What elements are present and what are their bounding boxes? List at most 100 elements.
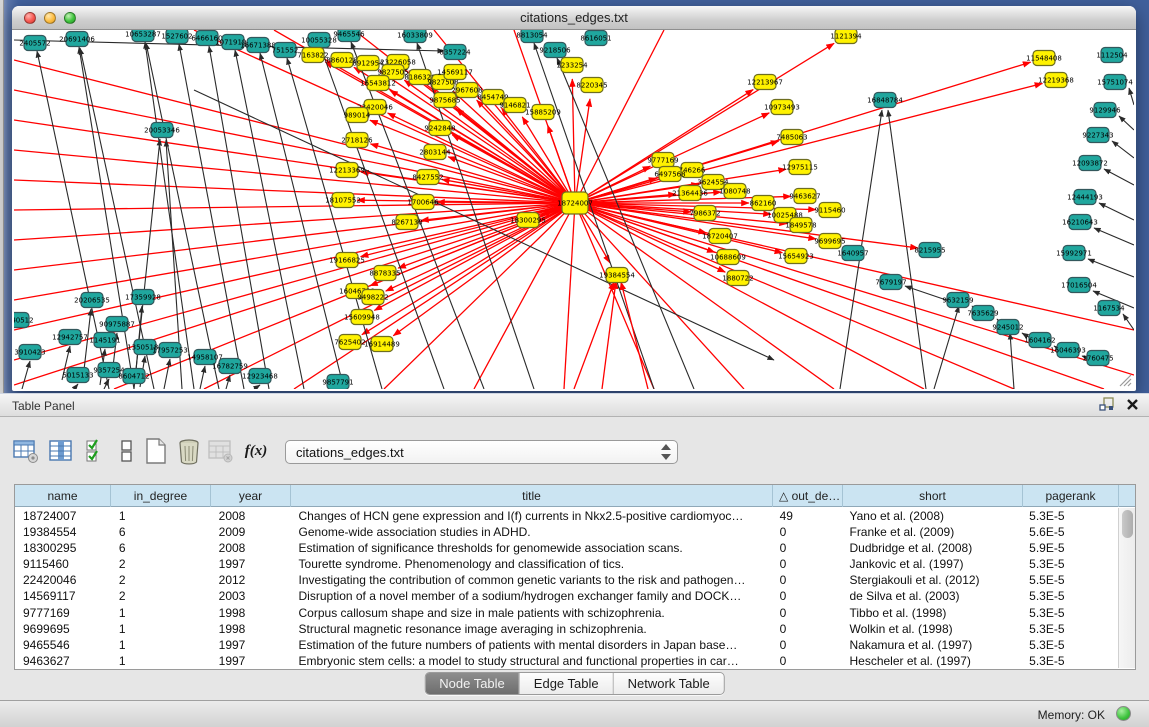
graph-node[interactable]: 16848784 [867, 93, 903, 108]
graph-node[interactable]: 12942757 [52, 330, 88, 345]
graph-node[interactable]: 3910423 [14, 345, 45, 360]
column-header-out_de[interactable]: △ out_de… [773, 485, 843, 507]
graph-node[interactable]: 15751074 [1097, 75, 1133, 90]
graph-node[interactable]: 2340512 [14, 313, 34, 328]
graph-node[interactable]: 7986372 [689, 206, 720, 221]
delete-column-button[interactable] [175, 436, 203, 466]
network-window-titlebar[interactable]: citations_edges.txt [12, 6, 1136, 30]
graph-node[interactable]: 15609948 [344, 310, 380, 325]
graph-edge-red[interactable] [574, 282, 614, 389]
graph-node[interactable]: 8357224 [439, 45, 471, 60]
graph-node[interactable]: 9242848 [424, 121, 455, 136]
graph-node[interactable]: 12093872 [1072, 156, 1108, 171]
graph-node[interactable]: 1527602 [161, 30, 192, 44]
table-row[interactable]: 1830029562008Estimation of significance … [15, 540, 1117, 556]
graph-node[interactable]: 16210643 [1062, 215, 1098, 230]
graph-node[interactable]: 8616051 [580, 31, 611, 46]
float-panel-icon[interactable] [1099, 397, 1114, 412]
column-header-pagerank[interactable]: pagerank [1023, 485, 1119, 507]
graph-node[interactable]: 1112504 [1096, 48, 1128, 63]
graph-node[interactable]: 20691406 [59, 32, 95, 47]
graph-node[interactable]: 1849578 [785, 218, 816, 233]
graph-node[interactable]: 15992971 [1056, 246, 1092, 261]
graph-node[interactable]: 8604712 [118, 369, 149, 384]
graph-node[interactable]: 19384554 [599, 268, 635, 283]
graph-node[interactable]: 20053346 [144, 123, 180, 138]
graph-node[interactable]: 2803144 [419, 145, 451, 160]
graph-node[interactable]: 1121394 [830, 30, 862, 44]
graph-node[interactable]: 9777169 [647, 153, 678, 168]
row-height-button[interactable] [113, 436, 141, 466]
graph-node[interactable]: 8427552 [412, 170, 443, 185]
graph-edge-black[interactable] [557, 58, 694, 389]
close-panel-icon[interactable] [1126, 398, 1139, 411]
graph-node[interactable]: 16033809 [397, 30, 433, 43]
graph-node[interactable]: 10055328 [301, 33, 337, 48]
graph-edge-red[interactable] [361, 203, 575, 257]
graph-edge-red[interactable] [575, 83, 1042, 203]
graph-edge-black[interactable] [146, 43, 219, 389]
table-row[interactable]: 911546021997Tourette syndrome. Phenomeno… [15, 556, 1117, 572]
graph-edge-black[interactable] [164, 359, 170, 389]
network-canvas[interactable]: 2405572206914061065328715276026466160107… [14, 30, 1134, 389]
graph-node[interactable]: 5015133 [62, 368, 93, 383]
table-row[interactable]: 946554611997Estimation of the future num… [15, 637, 1117, 653]
graph-node[interactable]: 1145191 [89, 333, 120, 348]
graph-node[interactable]: 19166825 [329, 253, 365, 268]
tab-node-table[interactable]: Node Table [425, 673, 519, 694]
table-row[interactable]: 1872400712008Changes of HCN gene express… [15, 508, 1117, 524]
graph-node[interactable]: 7625402 [334, 335, 365, 350]
column-header-name[interactable]: name [15, 485, 111, 507]
graph-node[interactable]: 1233254 [556, 58, 588, 73]
table-row[interactable]: 946362711997Embryonic stem cells: a mode… [15, 653, 1117, 669]
graph-node[interactable]: 12923468 [242, 369, 278, 384]
graph-edge-red[interactable] [575, 30, 664, 203]
column-header-in_degree[interactable]: in_degree [111, 485, 211, 507]
graph-edge-black[interactable] [1094, 228, 1134, 245]
graph-node[interactable]: 9129946 [1089, 103, 1121, 118]
graph-node[interactable]: 989014 [344, 108, 371, 123]
graph-node[interactable]: 8220345 [576, 78, 607, 93]
graph-node[interactable]: 862160 [750, 196, 777, 211]
graph-node[interactable]: 8267130 [391, 215, 422, 230]
tab-edge-table[interactable]: Edge Table [519, 673, 613, 694]
graph-node[interactable]: 12219368 [1038, 73, 1074, 88]
graph-node[interactable]: 8878335 [369, 266, 400, 281]
graph-edge-red[interactable] [575, 203, 924, 389]
graph-node[interactable]: 6497568 [654, 167, 685, 182]
graph-node[interactable]: 16046393 [1050, 343, 1086, 358]
graph-edge-black[interactable] [254, 385, 260, 389]
graph-edge-black[interactable] [209, 46, 269, 389]
column-header-short[interactable]: short [843, 485, 1023, 507]
graph-edge-black[interactable] [934, 306, 959, 389]
graph-edge-red[interactable] [204, 203, 575, 389]
graph-node[interactable]: 90975887 [99, 317, 135, 332]
graph-edge-red[interactable] [370, 120, 575, 203]
graph-node[interactable]: 9632159 [942, 293, 973, 308]
graph-node[interactable]: 2405572 [19, 36, 50, 51]
column-header-year[interactable]: year [211, 485, 291, 507]
graph-edge-black[interactable] [74, 384, 78, 389]
graph-edge-black[interactable] [260, 53, 344, 389]
select-columns-button[interactable] [82, 436, 110, 466]
graph-node[interactable]: 9245012 [992, 320, 1023, 335]
graph-edge-red[interactable] [564, 203, 575, 389]
graph-edge-black[interactable] [179, 44, 244, 389]
graph-node[interactable]: 20206535 [74, 293, 110, 308]
graph-node[interactable]: 9227343 [1082, 128, 1113, 143]
graph-edge-black[interactable] [1112, 141, 1134, 158]
graph-node[interactable]: 9115460 [814, 203, 845, 218]
graph-edge-black[interactable] [1010, 333, 1014, 389]
graph-node[interactable]: 7163822 [297, 48, 328, 63]
graph-node[interactable]: 11548408 [1026, 51, 1062, 66]
graph-node[interactable]: 8215955 [914, 243, 945, 258]
column-header-title[interactable]: title [291, 485, 773, 507]
graph-node[interactable]: 9875685 [429, 93, 460, 108]
table-selector-dropdown[interactable]: citations_edges.txt [285, 440, 678, 464]
graph-edge-black[interactable] [136, 306, 142, 370]
graph-node[interactable]: 1080748 [719, 184, 750, 199]
graph-edge-black[interactable] [1088, 259, 1134, 277]
graph-node[interactable]: 12444193 [1067, 190, 1103, 205]
graph-node[interactable]: 10653287 [125, 30, 161, 42]
graph-node[interactable]: 1880722 [722, 271, 753, 286]
